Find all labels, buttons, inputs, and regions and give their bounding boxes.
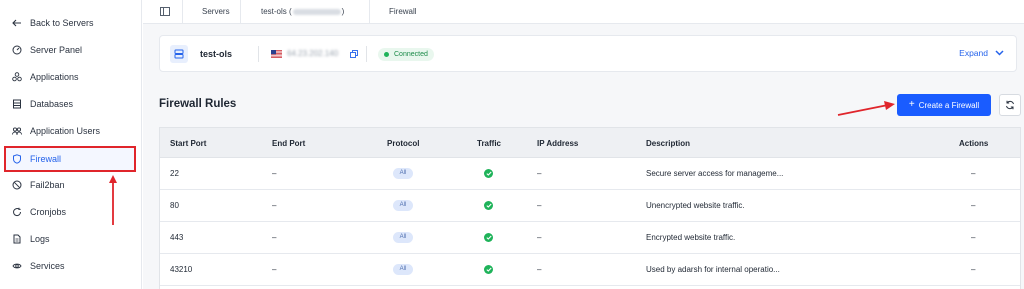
description-cell: Secure server access for manageme... — [646, 169, 784, 178]
server-card: test-ols 64.23.202.140 Connected Expand — [159, 35, 1017, 72]
breadcrumb-server-label: test-ols ( — [261, 7, 292, 16]
breadcrumb-server[interactable]: test-ols () — [261, 7, 344, 16]
services-icon — [12, 261, 22, 271]
start-port-cell: 22 — [170, 169, 179, 178]
sidebar-item-logs[interactable]: Logs — [0, 226, 142, 252]
create-firewall-label: Create a Firewall — [918, 100, 980, 110]
sidebar-item-label: Back to Servers — [30, 18, 94, 28]
table-row: 22 – All – Secure server access for mana… — [160, 158, 1020, 190]
actions-cell: – — [971, 265, 976, 274]
table-row: 80 – All – Unencrypted website traffic. … — [160, 190, 1020, 222]
sidebar-item-label: Cronjobs — [30, 207, 67, 217]
column-header-protocol: Protocol — [387, 139, 420, 148]
end-port-cell: – — [272, 265, 277, 274]
ip-address-cell: – — [537, 169, 542, 178]
main-content: test-ols 64.23.202.140 Connected Expand … — [143, 24, 1024, 289]
start-port-cell: 80 — [170, 201, 179, 210]
server-icon — [170, 45, 188, 63]
arrow-left-icon — [12, 18, 22, 28]
breadcrumb-ip-blurred — [292, 8, 341, 15]
firewall-rules-table: Start Port End Port Protocol Traffic IP … — [159, 127, 1021, 289]
apps-icon — [12, 72, 22, 82]
gauge-icon — [12, 45, 22, 55]
sidebar-item-label: Server Panel — [30, 45, 83, 55]
sidebar-item-label: Applications — [30, 72, 79, 82]
sidebar-item-back-to-servers[interactable]: Back to Servers — [0, 10, 142, 36]
expand-label: Expand — [959, 48, 988, 58]
actions-cell: – — [971, 201, 976, 210]
sidebar-item-services[interactable]: Services — [0, 253, 142, 279]
status-label: Connected — [394, 51, 428, 58]
end-port-cell: – — [272, 169, 277, 178]
breadcrumb-server-close: ) — [341, 7, 345, 16]
sidebar-item-firewall[interactable]: Firewall — [0, 146, 142, 172]
sidebar-toggle-icon[interactable] — [160, 7, 170, 18]
description-cell: Encrypted website traffic. — [646, 233, 736, 242]
server-ip: 64.23.202.140 — [287, 49, 339, 58]
sidebar-item-application-users[interactable]: Application Users — [0, 118, 142, 144]
status-badge: Connected — [378, 48, 434, 61]
check-icon — [484, 233, 493, 242]
sidebar-item-databases[interactable]: Databases — [0, 91, 142, 117]
page-title: Firewall Rules — [159, 98, 237, 110]
users-icon — [12, 126, 22, 136]
end-port-cell: – — [272, 233, 277, 242]
sidebar-item-applications[interactable]: Applications — [0, 64, 142, 90]
column-header-start-port: Start Port — [170, 139, 207, 148]
column-header-actions: Actions — [959, 139, 989, 148]
column-header-ip-address: IP Address — [537, 139, 579, 148]
copy-icon[interactable] — [350, 50, 358, 60]
plus-icon: + — [908, 99, 915, 110]
protocol-badge: All — [393, 232, 413, 243]
ip-address-cell: – — [537, 265, 542, 274]
check-icon — [484, 265, 493, 274]
breadcrumb: Servers test-ols () Firewall — [143, 0, 1024, 24]
table-row: 43210 – All – Used by adarsh for interna… — [160, 254, 1020, 286]
server-name: test-ols — [200, 49, 233, 59]
ban-icon — [12, 180, 22, 190]
actions-cell: – — [971, 169, 976, 178]
table-header: Start Port End Port Protocol Traffic IP … — [160, 128, 1020, 158]
end-port-cell: – — [272, 201, 277, 210]
status-dot-icon — [384, 52, 389, 57]
breadcrumb-servers[interactable]: Servers — [202, 7, 230, 16]
sidebar-item-server-panel[interactable]: Server Panel — [0, 37, 142, 63]
start-port-cell: 443 — [170, 233, 184, 242]
table-row: 443 – All – Encrypted website traffic. – — [160, 222, 1020, 254]
protocol-badge: All — [393, 264, 413, 275]
file-icon — [12, 234, 22, 244]
ip-address-cell: – — [537, 233, 542, 242]
create-firewall-button[interactable]: + Create a Firewall — [897, 94, 991, 116]
description-cell: Used by adarsh for internal operatio... — [646, 265, 780, 274]
column-header-end-port: End Port — [272, 139, 306, 148]
us-flag-icon — [271, 50, 282, 58]
sidebar-item-label: Application Users — [30, 126, 101, 136]
sidebar: Back to Servers Server Panel Application… — [0, 0, 142, 289]
ip-address-cell: – — [537, 201, 542, 210]
check-icon — [484, 169, 493, 178]
expand-button[interactable]: Expand — [959, 48, 1004, 58]
protocol-badge: All — [393, 168, 413, 179]
database-icon — [12, 99, 22, 109]
shield-icon — [12, 154, 22, 164]
check-icon — [484, 201, 493, 210]
sidebar-item-label: Services — [30, 261, 65, 271]
description-cell: Unencrypted website traffic. — [646, 201, 745, 210]
protocol-badge: All — [393, 200, 413, 211]
chevron-down-icon — [995, 50, 1004, 56]
actions-cell: – — [971, 233, 976, 242]
sidebar-item-label: Databases — [30, 99, 74, 109]
refresh-icon — [12, 207, 22, 217]
refresh-button[interactable] — [999, 94, 1021, 116]
start-port-cell: 43210 — [170, 265, 193, 274]
column-header-traffic: Traffic — [477, 139, 502, 148]
column-header-description: Description — [646, 139, 691, 148]
sidebar-item-label: Firewall — [30, 154, 62, 164]
sidebar-item-label: Logs — [30, 234, 50, 244]
sidebar-item-cronjobs[interactable]: Cronjobs — [0, 199, 142, 225]
sidebar-item-label: Fail2ban — [30, 180, 65, 190]
sidebar-item-fail2ban[interactable]: Fail2ban — [0, 172, 142, 198]
breadcrumb-current: Firewall — [389, 7, 417, 16]
refresh-icon — [1006, 100, 1014, 110]
